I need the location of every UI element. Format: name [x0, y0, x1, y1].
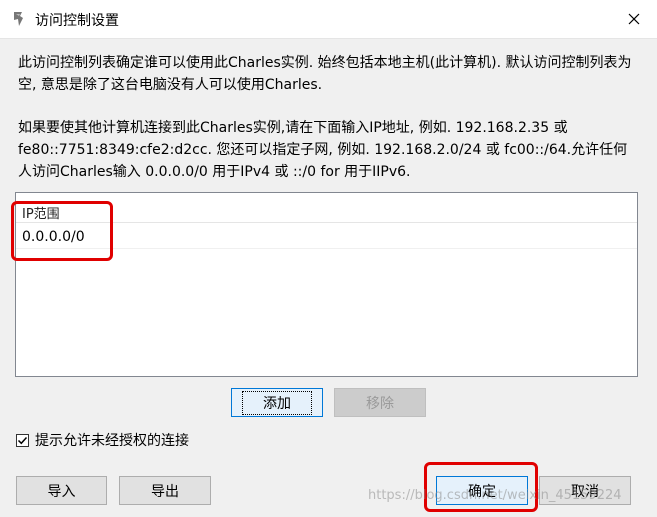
cancel-button[interactable]: 取消: [539, 476, 631, 505]
allow-unauthorized-checkbox[interactable]: [16, 433, 29, 447]
description-paragraph-1: 此访问控制列表确定谁可以使用此Charles实例. 始终包括本地主机(此计算机)…: [18, 55, 632, 93]
ok-button-label: 确定: [468, 483, 496, 500]
ok-button[interactable]: 确定: [436, 476, 528, 505]
description-paragraph-2: 如果要使其他计算机连接到此Charles实例,请在下面输入IP地址, 例如. 1…: [18, 120, 628, 180]
add-button-label: 添加: [242, 390, 312, 415]
window-title: 访问控制设置: [35, 13, 119, 29]
table-row[interactable]: 0.0.0.0/0: [16, 223, 637, 249]
table-body[interactable]: 0.0.0.0/0: [16, 223, 637, 249]
add-button[interactable]: 添加: [231, 388, 323, 417]
allow-unauthorized-label[interactable]: 提示允许未经授权的连接: [35, 430, 189, 450]
remove-button-label: 移除: [366, 395, 394, 412]
import-button-label: 导入: [47, 483, 76, 500]
export-button-label: 导出: [151, 483, 179, 500]
export-button[interactable]: 导出: [119, 476, 211, 505]
title-bar: 访问控制设置: [0, 0, 657, 39]
column-header-ip-range[interactable]: IP范围: [16, 193, 637, 223]
ip-range-table[interactable]: IP范围 0.0.0.0/0: [15, 192, 638, 377]
close-icon[interactable]: [628, 13, 640, 25]
import-button[interactable]: 导入: [16, 476, 107, 505]
remove-button[interactable]: 移除: [334, 388, 426, 417]
allow-unauthorized-checkbox-row[interactable]: 提示允许未经授权的连接: [16, 430, 189, 450]
checkmark-icon: [17, 436, 28, 444]
charles-app-icon: [14, 12, 23, 26]
cancel-button-label: 取消: [571, 483, 599, 500]
close-button[interactable]: [611, 0, 657, 38]
